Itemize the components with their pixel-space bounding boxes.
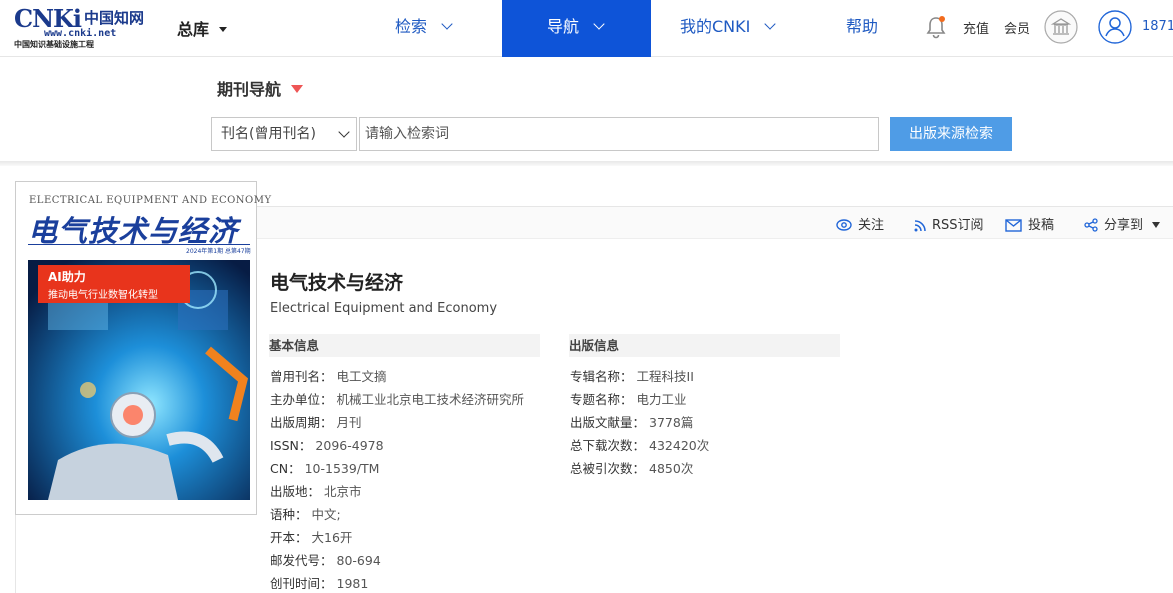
rss-label: RSS订阅 bbox=[932, 218, 984, 233]
journal-cover[interactable]: ELECTRICAL EQUIPMENT AND ECONOMY 电气技术与经济… bbox=[15, 181, 271, 515]
publication-info-header: 出版信息 bbox=[569, 334, 840, 357]
info-founded: 创刊时间： 1981 bbox=[270, 576, 369, 591]
search-field-select[interactable]: 刊名(曾用刊名) bbox=[211, 117, 357, 151]
chevron-down-icon bbox=[441, 18, 453, 30]
member-link[interactable]: 会员 bbox=[1004, 18, 1030, 37]
logo-subtitle: 中国知识基础设施工程 bbox=[14, 40, 94, 49]
share-icon bbox=[1084, 218, 1098, 232]
cover-rule bbox=[28, 244, 250, 245]
cover-artwork: AI助力 推动电气行业数智化转型 bbox=[28, 260, 250, 500]
submit-label: 投稿 bbox=[1028, 218, 1055, 233]
search-input[interactable]: 请输入检索词 bbox=[359, 117, 879, 151]
cover-banner-sub: 推动电气行业数智化转型 bbox=[48, 290, 158, 301]
nav-help-label: 帮助 bbox=[846, 17, 879, 36]
follow-label: 关注 bbox=[858, 218, 885, 233]
eye-icon bbox=[836, 219, 852, 231]
journal-nav-label: 期刊导航 bbox=[217, 80, 282, 99]
user-avatar-icon[interactable] bbox=[1098, 10, 1132, 44]
pub-downloads: 总下载次数： 432420次 bbox=[570, 438, 710, 453]
cover-banner-title: AI助力 bbox=[48, 270, 86, 284]
rss-icon bbox=[914, 220, 926, 232]
top-navbar: CNKi 中国知网 www.cnki.net 中国知识基础设施工程 总库 检索 … bbox=[0, 0, 1173, 57]
info-former-name: 曾用刊名： 电工文摘 bbox=[270, 369, 387, 384]
bell-icon[interactable] bbox=[925, 15, 947, 39]
pub-citations: 总被引次数： 4850次 bbox=[570, 461, 694, 476]
journal-title: 电气技术与经济 bbox=[270, 272, 404, 294]
username[interactable]: 1871 bbox=[1142, 19, 1173, 34]
pub-articles: 出版文献量： 3778篇 bbox=[570, 415, 694, 430]
pub-series: 专辑名称： 工程科技II bbox=[570, 369, 694, 384]
share-button[interactable]: 分享到 bbox=[1084, 214, 1161, 233]
nav-my-cnki[interactable]: 我的CNKI bbox=[680, 0, 777, 57]
info-issn: ISSN： 2096-4978 bbox=[270, 438, 384, 453]
follow-button[interactable]: 关注 bbox=[836, 214, 884, 233]
source-search-button[interactable]: 出版来源检索 bbox=[890, 117, 1012, 151]
journal-english-title: Electrical Equipment and Economy bbox=[270, 301, 498, 316]
chevron-down-icon bbox=[593, 18, 605, 30]
institution-icon[interactable] bbox=[1044, 10, 1078, 44]
rss-button[interactable]: RSS订阅 bbox=[914, 214, 984, 233]
logo-chinese: 中国知网 bbox=[84, 9, 145, 27]
nav-search[interactable]: 检索 bbox=[395, 0, 453, 57]
logo-url: www.cnki.net bbox=[44, 28, 117, 39]
info-sponsor: 主办单位： 机械工业北京电工技术经济研究所 bbox=[270, 392, 525, 407]
chevron-down-icon bbox=[338, 126, 350, 138]
share-label: 分享到 bbox=[1104, 218, 1144, 233]
caret-down-icon bbox=[1152, 222, 1161, 228]
journal-nav-title[interactable]: 期刊导航 bbox=[217, 76, 304, 100]
nav-navigation-label: 导航 bbox=[547, 17, 580, 36]
cover-banner: AI助力 推动电气行业数智化转型 bbox=[38, 265, 190, 303]
info-postal-code: 邮发代号： 80-694 bbox=[270, 553, 381, 568]
nav-search-label: 检索 bbox=[395, 17, 428, 36]
nav-help[interactable]: 帮助 bbox=[846, 0, 878, 57]
mail-icon bbox=[1005, 219, 1022, 232]
library-selector[interactable]: 总库 bbox=[177, 16, 228, 40]
info-frequency: 出版周期： 月刊 bbox=[270, 415, 362, 430]
nav-navigation[interactable]: 导航 bbox=[502, 0, 651, 57]
pub-topic: 专题名称： 电力工业 bbox=[570, 392, 687, 407]
basic-info-header: 基本信息 bbox=[269, 334, 540, 357]
submit-button[interactable]: 投稿 bbox=[1005, 214, 1054, 233]
info-language: 语种： 中文; bbox=[270, 507, 341, 522]
search-placeholder: 请输入检索词 bbox=[365, 126, 449, 142]
search-field-value: 刊名(曾用刊名) bbox=[221, 126, 316, 142]
caret-down-icon bbox=[291, 85, 304, 93]
cnki-logo[interactable]: CNKi 中国知网 www.cnki.net 中国知识基础设施工程 bbox=[14, 4, 145, 49]
library-label: 总库 bbox=[177, 20, 210, 39]
chevron-down-icon bbox=[764, 18, 777, 30]
cover-en-title: ELECTRICAL EQUIPMENT AND ECONOMY bbox=[29, 195, 272, 206]
recharge-link[interactable]: 充值 bbox=[963, 18, 989, 37]
info-format: 开本： 大16开 bbox=[270, 530, 353, 545]
nav-my-cnki-label: 我的CNKI bbox=[680, 17, 751, 36]
section-divider bbox=[0, 161, 1173, 166]
info-place: 出版地： 北京市 bbox=[270, 484, 362, 499]
cover-issue: 2024年第1期 总第47期 bbox=[186, 248, 251, 255]
info-cn: CN： 10-1539/TM bbox=[270, 461, 380, 476]
caret-down-icon bbox=[219, 27, 228, 32]
